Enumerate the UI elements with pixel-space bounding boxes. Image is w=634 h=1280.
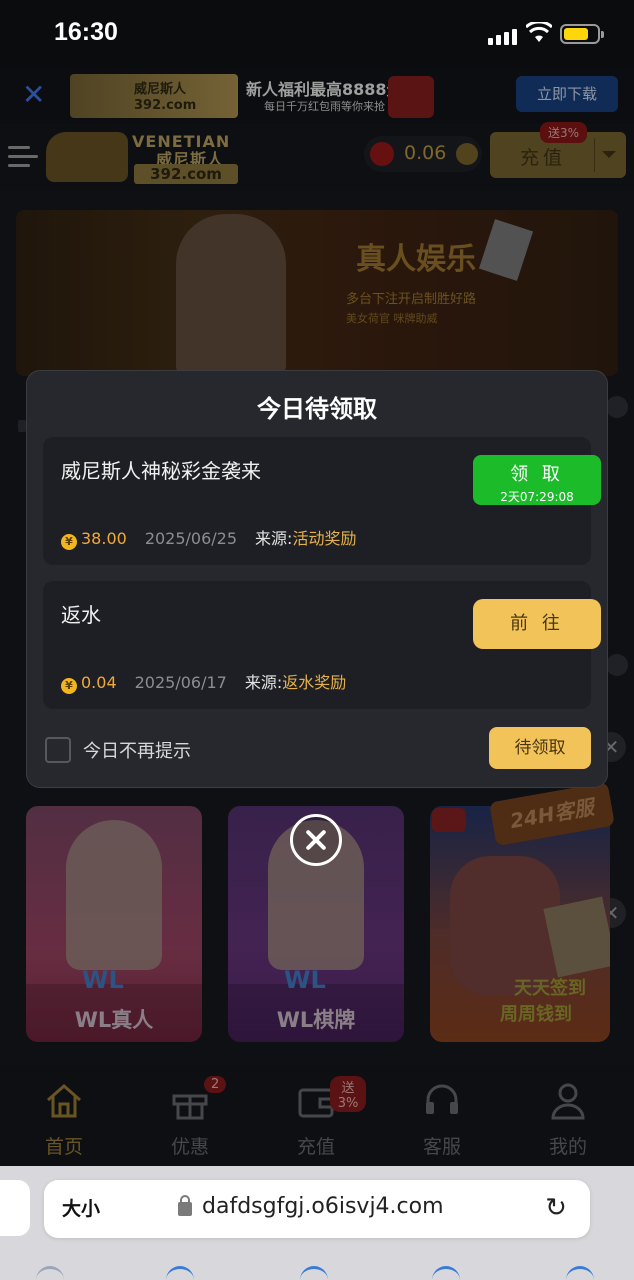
text-size-button[interactable]: 大小 — [62, 1194, 100, 1221]
dialog-title: 今日待领取 — [257, 395, 377, 423]
go-button[interactable]: 前 往 — [473, 599, 601, 649]
url-text[interactable]: dafdsgfgj.o6isvj4.com — [202, 1194, 444, 1219]
back-icon[interactable] — [36, 1266, 64, 1280]
reward-item: 返水 前 往 ¥0.04 2025/06/17 来源:返水奖励 — [43, 581, 601, 709]
reward-meta: ¥38.00 2025/06/25 来源:活动奖励 — [61, 525, 357, 550]
dont-remind-checkbox[interactable] — [45, 737, 71, 763]
reward-source: 活动奖励 — [292, 529, 357, 548]
share-icon[interactable] — [300, 1266, 328, 1280]
reward-source-label: 来源: — [255, 529, 293, 548]
reward-source: 返水奖励 — [282, 673, 347, 692]
reward-date: 2025/06/25 — [144, 529, 238, 548]
address-bar[interactable]: 大小 dafdsgfgj.o6isvj4.com ↻ — [44, 1180, 590, 1238]
claim-button[interactable]: 领 取 2天07:29:08 — [473, 455, 601, 505]
status-bar: 16:30 — [0, 0, 634, 66]
reward-source-label: 来源: — [244, 673, 283, 692]
reward-amount: 0.04 — [81, 673, 117, 692]
status-time: 16:30 — [54, 18, 118, 46]
forward-icon[interactable] — [166, 1266, 194, 1280]
bookmarks-icon[interactable] — [432, 1266, 460, 1280]
claim-label: 领 取 — [510, 464, 564, 485]
reward-meta: ¥0.04 2025/06/17 来源:返水奖励 — [61, 669, 347, 694]
reward-name: 返水 — [61, 603, 101, 627]
screen: 16:30 ✕ 威尼斯人 392.com 新人福利最高8888元 每日千万红包雨… — [0, 0, 634, 1280]
dont-remind-label[interactable]: 今日不再提示 — [83, 737, 191, 763]
tabs-icon[interactable] — [566, 1266, 594, 1280]
reload-icon[interactable]: ↻ — [542, 1194, 570, 1222]
reward-item: 威尼斯人神秘彩金袭来 领 取 2天07:29:08 ¥38.00 2025/06/… — [43, 437, 601, 565]
reward-date: 2025/06/17 — [134, 673, 227, 692]
reward-name: 威尼斯人神秘彩金袭来 — [61, 459, 261, 483]
battery-icon — [560, 24, 604, 44]
close-dialog-icon[interactable] — [290, 814, 342, 866]
lock-icon — [178, 1195, 192, 1216]
pending-button[interactable]: 待领取 — [489, 727, 591, 769]
pending-rewards-dialog: 今日待领取 威尼斯人神秘彩金袭来 领 取 2天07:29:08 ¥38.00 20… — [26, 370, 608, 788]
coin-icon: ¥ — [61, 534, 77, 550]
claim-countdown: 2天07:29:08 — [500, 490, 574, 504]
browser-bar: 大小 dafdsgfgj.o6isvj4.com ↻ — [0, 1166, 634, 1280]
reward-amount: 38.00 — [81, 529, 127, 548]
previous-tab-pill[interactable] — [0, 1180, 30, 1236]
coin-icon: ¥ — [61, 678, 77, 694]
wifi-icon — [526, 22, 552, 42]
cellular-signal-icon — [488, 27, 518, 45]
